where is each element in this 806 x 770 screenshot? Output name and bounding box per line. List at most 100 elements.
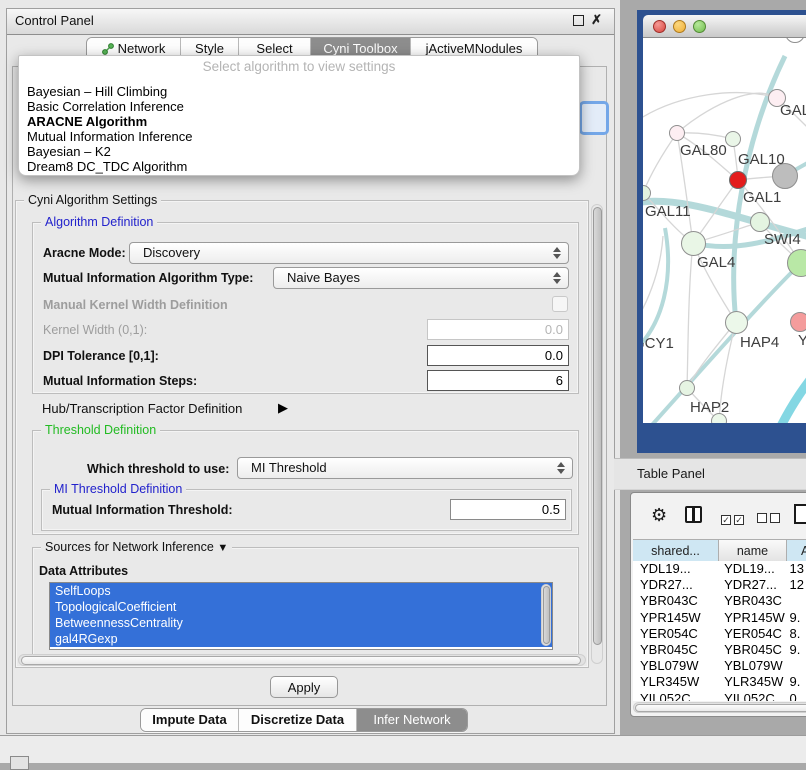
node-label: GAL1: [743, 189, 781, 206]
hub-definition-label[interactable]: Hub/Transcription Factor Definition: [42, 401, 242, 416]
close-traffic-light[interactable]: [653, 20, 666, 33]
algorithm-definition-group: Algorithm Definition Aracne Mode: Discov…: [32, 222, 579, 394]
unchecked-box-icon: [757, 513, 767, 523]
table-panel-title: Table Panel: [637, 466, 705, 481]
tab-impute-data[interactable]: Impute Data: [141, 709, 239, 731]
tab-impute-data-label: Impute Data: [152, 712, 226, 727]
mi-type-combo[interactable]: Naive Bayes: [273, 267, 569, 289]
sources-title-text: Sources for Network Inference: [45, 540, 214, 554]
cyni-algorithm-settings-group: Cyni Algorithm Settings Algorithm Defini…: [15, 200, 589, 668]
table-row[interactable]: YLR345WYLR345W9.: [633, 674, 806, 690]
tab-select-label: Select: [256, 41, 292, 56]
which-threshold-combo[interactable]: MI Threshold: [237, 457, 573, 479]
network-node-gal1-selected[interactable]: [729, 171, 747, 189]
select-all-checks-icon[interactable]: ✓✓: [721, 510, 747, 528]
list-item[interactable]: BetweennessCentrality: [50, 615, 552, 631]
node-label: GAL11: [645, 203, 691, 220]
apply-button[interactable]: Apply: [270, 676, 338, 698]
kernel-width-field[interactable]: 0.0: [427, 319, 569, 340]
dropdown-placeholder: Select algorithm to view settings: [19, 59, 579, 74]
collapse-arrow-icon[interactable]: ▼: [217, 542, 228, 554]
table-row[interactable]: YBR043CYBR043C: [633, 593, 806, 609]
column-header-partial[interactable]: A: [787, 540, 806, 562]
dpi-tolerance-field[interactable]: 0.0: [427, 345, 569, 366]
column-header-shared-name[interactable]: shared...: [633, 540, 719, 562]
mi-type-label: Mutual Information Algorithm Type:: [43, 271, 253, 285]
table-row[interactable]: YIL052CYIL052C0.: [633, 691, 806, 702]
control-panel-titlebar: Control Panel ✗: [7, 9, 614, 35]
checked-box-icon: ✓: [721, 515, 731, 525]
list-item[interactable]: SelfLoops: [50, 583, 552, 599]
node-label: HAP2: [690, 399, 729, 416]
float-window-icon[interactable]: [573, 15, 584, 26]
data-attributes-label: Data Attributes: [39, 564, 128, 578]
mi-threshold-group-title: MI Threshold Definition: [50, 482, 186, 496]
tab-cyni-toolbox-label: Cyni Toolbox: [323, 41, 397, 56]
split-columns-icon[interactable]: [685, 506, 702, 523]
clear-checks-icon[interactable]: [757, 510, 783, 528]
tab-infer-network[interactable]: Infer Network: [357, 709, 467, 731]
mi-steps-field[interactable]: 6: [427, 370, 569, 391]
tab-discretize-data[interactable]: Discretize Data: [239, 709, 357, 731]
which-threshold-value: MI Threshold: [251, 460, 327, 475]
dropdown-item[interactable]: Bayesian – K2: [19, 144, 579, 159]
node-label: GAL80: [680, 142, 727, 159]
minimize-traffic-light[interactable]: [673, 20, 686, 33]
aracne-mode-combo[interactable]: Discovery: [129, 242, 569, 264]
table-horizontal-scrollbar[interactable]: [633, 702, 806, 713]
stepper-icon: [556, 461, 565, 475]
node-label: GAL10: [738, 151, 785, 168]
expand-arrow-icon[interactable]: ▶: [278, 400, 288, 416]
settings-vertical-scrollbar[interactable]: [591, 204, 603, 664]
tab-jactivemnodules-label: jActiveMNodules: [426, 41, 523, 56]
manual-kernel-checkbox[interactable]: [552, 296, 568, 312]
stepper-icon: [552, 271, 561, 285]
table-row[interactable]: YBR045CYBR045C9.: [633, 642, 806, 658]
dropdown-item[interactable]: Bayesian – Hill Climbing: [19, 84, 579, 99]
network-node-hap4[interactable]: [725, 311, 748, 334]
network-node-swi4[interactable]: [750, 212, 770, 232]
node-label: GCY1: [643, 335, 674, 352]
focused-combo-fragment: [579, 101, 609, 135]
stepper-icon: [552, 246, 561, 260]
aracne-mode-value: Discovery: [143, 245, 200, 260]
dropdown-item[interactable]: Basic Correlation Inference: [19, 99, 579, 114]
node-label: GAL: [780, 102, 806, 119]
dropdown-item[interactable]: Dream8 DC_TDC Algorithm: [19, 159, 579, 174]
column-header-name[interactable]: name: [719, 540, 787, 562]
list-scrollbar[interactable]: [541, 584, 551, 646]
settings-gear-icon[interactable]: ⚙: [651, 506, 667, 524]
table-panel-bar: Table Panel: [614, 458, 806, 490]
network-node-gal4[interactable]: [681, 231, 706, 256]
table-row[interactable]: YDL19...YDL19...13: [633, 561, 806, 577]
zoom-traffic-light[interactable]: [693, 20, 706, 33]
which-threshold-label: Which threshold to use:: [87, 462, 229, 476]
list-item[interactable]: gal4RGexp: [50, 631, 552, 647]
table-row[interactable]: YBL079WYBL079W: [633, 658, 806, 674]
partial-corner-button[interactable]: [10, 756, 29, 770]
kernel-width-label: Kernel Width (0,1):: [43, 323, 147, 337]
settings-horizontal-scrollbar[interactable]: [18, 654, 586, 666]
table-row[interactable]: YPR145WYPR145W9.: [633, 610, 806, 626]
sources-group: Sources for Network Inference ▼ Data Att…: [32, 547, 579, 660]
cyni-settings-group-title: Cyni Algorithm Settings: [24, 193, 161, 207]
algorithm-dropdown-list: Select algorithm to view settings Bayesi…: [18, 55, 580, 176]
network-icon: [102, 43, 115, 55]
document-icon[interactable]: [794, 504, 806, 524]
dropdown-item[interactable]: Mutual Information Inference: [19, 129, 579, 144]
network-view-window: GAL GAL80 GAL10 GAL1 GAL11 SWI4 GAL4 GCY…: [637, 10, 806, 453]
network-node-gal80[interactable]: [669, 125, 685, 141]
table-body: YDL19...YDL19...13 YDR27...YDR27...12 YB…: [633, 561, 806, 701]
list-item[interactable]: TopologicalCoefficient: [50, 599, 552, 615]
mi-type-value: Naive Bayes: [287, 270, 360, 285]
mi-threshold-field[interactable]: 0.5: [450, 499, 566, 520]
network-node-gal10[interactable]: [725, 131, 741, 147]
table-row[interactable]: YDR27...YDR27...12: [633, 577, 806, 593]
close-icon[interactable]: ✗: [591, 12, 602, 28]
network-node-hap2[interactable]: [679, 380, 695, 396]
aracne-mode-label: Aracne Mode:: [43, 246, 126, 260]
network-canvas[interactable]: GAL GAL80 GAL10 GAL1 GAL11 SWI4 GAL4 GCY…: [643, 38, 806, 423]
table-row[interactable]: YER054CYER054C8.: [633, 626, 806, 642]
dropdown-item-selected[interactable]: ARACNE Algorithm: [19, 114, 579, 129]
network-node-salmon[interactable]: [790, 312, 806, 332]
